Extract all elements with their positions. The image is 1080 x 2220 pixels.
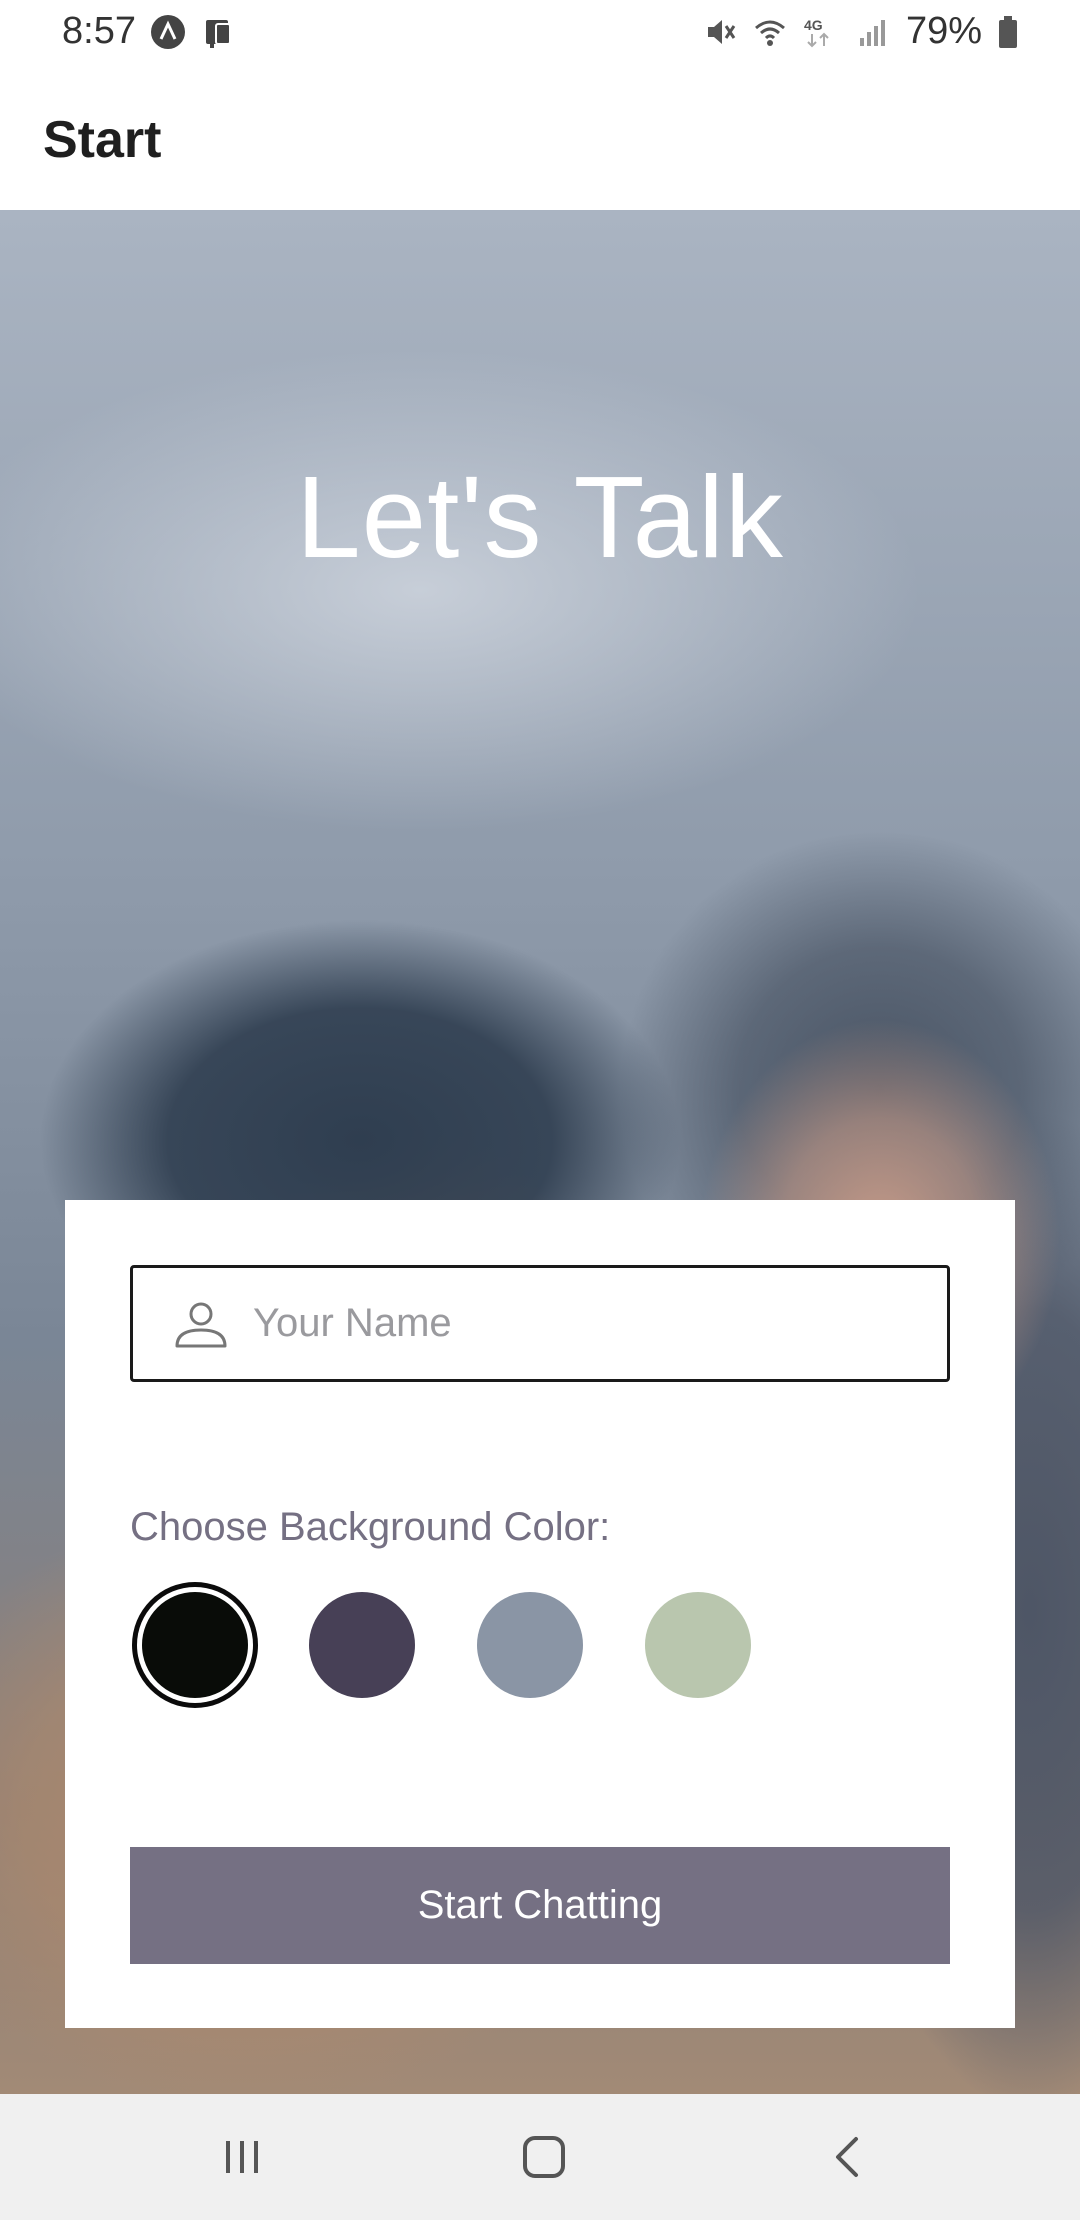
person-icon xyxy=(175,1302,227,1348)
wifi-icon xyxy=(754,20,785,46)
home-button[interactable] xyxy=(514,2132,574,2182)
signal-icon xyxy=(859,19,885,46)
app-header: Start xyxy=(0,66,1080,210)
color-swatches xyxy=(130,1580,830,1710)
header-title: Start xyxy=(43,111,162,169)
color-label: Choose Background Color: xyxy=(130,1505,611,1549)
back-icon xyxy=(836,2137,858,2177)
recent-apps-icon xyxy=(226,2141,258,2173)
status-right: 4G 79% xyxy=(702,10,1020,53)
home-icon xyxy=(523,2136,565,2178)
status-time: 8:57 xyxy=(62,10,136,52)
assistant-icon xyxy=(151,15,185,49)
color-swatch-gray[interactable] xyxy=(477,1592,583,1698)
name-input[interactable] xyxy=(253,1268,933,1379)
recent-apps-button[interactable] xyxy=(212,2132,272,2182)
color-swatch-black[interactable] xyxy=(142,1592,248,1698)
lte-icon: 4G xyxy=(804,17,829,47)
svg-text:4G: 4G xyxy=(804,17,823,33)
start-form-card: Choose Background Color: Start Chatting xyxy=(65,1200,1015,2028)
status-bar: 8:57 4G 79% xyxy=(0,0,1080,66)
back-button[interactable] xyxy=(818,2132,878,2182)
system-nav-bar xyxy=(0,2094,1080,2220)
color-swatch-green[interactable] xyxy=(645,1592,751,1698)
start-chatting-button[interactable]: Start Chatting xyxy=(130,1847,950,1964)
device-icon xyxy=(206,20,231,48)
name-field[interactable] xyxy=(130,1265,950,1382)
mute-icon xyxy=(707,19,736,44)
color-swatch-purple[interactable] xyxy=(309,1592,415,1698)
hero-title: Let's Talk xyxy=(296,452,784,582)
status-left-icons xyxy=(150,14,238,50)
battery-percent: 79% xyxy=(905,10,982,52)
battery-icon xyxy=(999,15,1017,48)
